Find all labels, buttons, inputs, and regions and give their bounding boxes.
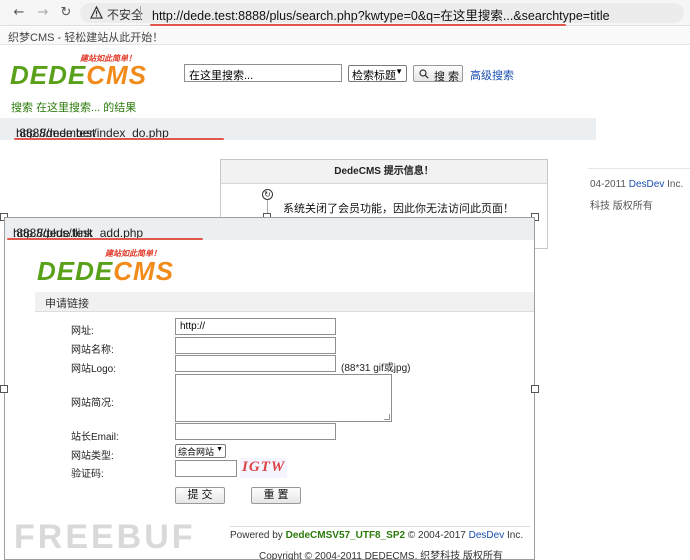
logo-cms: CMS [86,60,148,90]
captcha-input[interactable] [175,460,237,477]
site-title: 织梦CMS - 轻松建站从此开始！ [8,32,164,44]
resize-handle-right[interactable] [531,385,539,393]
address-bar[interactable]: 不安全 http://dede.test:8888/plus/search.ph… [80,3,684,23]
captcha-chars: IGTW [242,459,286,475]
url-host: http://dede.test [152,9,235,23]
site-logo[interactable]: DEDECMS [10,60,147,91]
url-text[interactable]: http://dede.test:8888/plus/search.php?kw… [152,5,610,24]
warning-icon [90,6,103,19]
chevron-down-icon: ▼ [216,446,223,453]
powered-inc: Inc. [504,530,524,541]
reload-icon[interactable]: ↻ [57,4,75,22]
bg-rights: 科技 版权所有 [590,201,653,212]
bg-divider [588,168,690,169]
result-query: 在这里搜索... [36,102,101,114]
site-desc-label: 网站简况: [71,398,114,409]
search-type-select[interactable]: 检索标题 ▼ [348,65,407,82]
search-button-label: 搜 索 [434,71,460,83]
advanced-search-link[interactable]: 高级搜索 [470,67,514,83]
powered-by: Powered by DedeCMSV57_UTF8_SP2 © 2004-20… [230,530,523,541]
url-underline [150,24,566,26]
search-icon [419,69,429,79]
footer-divider [230,526,530,527]
resize-grip-icon[interactable] [384,414,390,420]
result-suffix: 的结果 [103,102,137,114]
email-label: 站长Email: [71,432,119,443]
site-type-select[interactable]: 综合网站 ▼ [175,444,226,458]
search-input[interactable]: 在这里搜索... [184,64,342,82]
member-url-underline [14,138,224,140]
email-input[interactable] [175,423,336,440]
powered-prefix: Powered by [230,530,286,541]
logo-dede: DEDE [10,60,87,90]
site-desc-textarea[interactable] [175,374,392,422]
captcha-text: IGTW [242,459,285,476]
flink-page-overlay: http://dede.test:8888/plus/flink_add.php… [4,217,535,560]
arrow-right-icon[interactable]: → [34,4,52,22]
freebuf-watermark: FREEBUF [14,518,196,556]
browser-toolbar: ← → ↻ 不安全 http://dede.test:8888/plus/sea… [0,0,690,26]
site-logo-input[interactable] [175,355,336,372]
apply-link-header: 申请链接 [35,292,534,312]
rotate-handle-icon[interactable]: ↻ [262,189,273,200]
arrow-left-icon[interactable]: ← [10,4,28,22]
message-box-text: 系统关闭了会员功能，因此你无法访问此页面！ [283,203,514,215]
bg-desdev-link[interactable]: DesDev [629,179,665,190]
url-label: 网址: [71,326,94,337]
insecure-label: 不安全 [107,8,144,22]
apply-link-title: 申请链接 [45,298,89,310]
dedecms-version-link[interactable]: DedeCMSV57_UTF8_SP2 [286,530,406,541]
site-type-value: 综合网站 [178,447,215,457]
message-box-title: DedeCMS 提示信息！ [221,160,547,184]
url-rest: :8888/plus/search.php?kwtype=0&q=在这里搜索..… [234,9,610,23]
resize-handle-left[interactable] [0,385,8,393]
desdev-link[interactable]: DesDev [469,530,505,541]
site-title-bar: 织梦CMS - 轻松建站从此开始！ [0,27,690,45]
bg-copyright-text: 04-2011 [590,179,629,190]
reset-button[interactable]: 重 置 [251,487,301,504]
bg-inc: Inc. [664,179,684,190]
flink-url-underline [7,238,203,240]
search-result-heading: 搜索 在这里搜索... 的结果 [11,99,136,115]
search-type-value: 检索标题 [352,70,396,82]
bg-copyright: 04-2011 DesDev Inc. [590,179,683,190]
captcha-image[interactable]: IGTW [240,458,287,478]
url-input[interactable]: http:// [175,318,336,335]
flink-logo-cms: CMS [113,256,175,286]
footer-copyright: Copyright © 2004-2011 DEDECMS. 织梦科技 版权所有 [259,551,503,560]
submit-button[interactable]: 提 交 [175,487,225,504]
site-name-label: 网站名称: [71,345,114,356]
flink-url-strip: http://dede.test:8888/plus/flink_add.php [5,218,534,240]
logo-size-hint: (88*31 gif或jpg) [341,363,411,374]
chevron-down-icon: ▼ [395,67,403,76]
captcha-label: 验证码: [71,469,104,480]
site-name-input[interactable] [175,337,336,354]
flink-logo-dede: DEDE [37,256,114,286]
powered-years: © 2004-2017 [405,530,469,541]
result-prefix: 搜索 [11,102,33,114]
flink-logo[interactable]: DEDECMS [37,256,174,287]
address-divider [140,6,141,20]
search-button[interactable]: 搜 索 [413,65,463,83]
member-url-strip: http://dede.test:8888/member/index_do.ph… [0,118,596,140]
site-logo-label: 网站Logo: [71,364,117,375]
site-type-label: 网站类型: [71,451,114,462]
